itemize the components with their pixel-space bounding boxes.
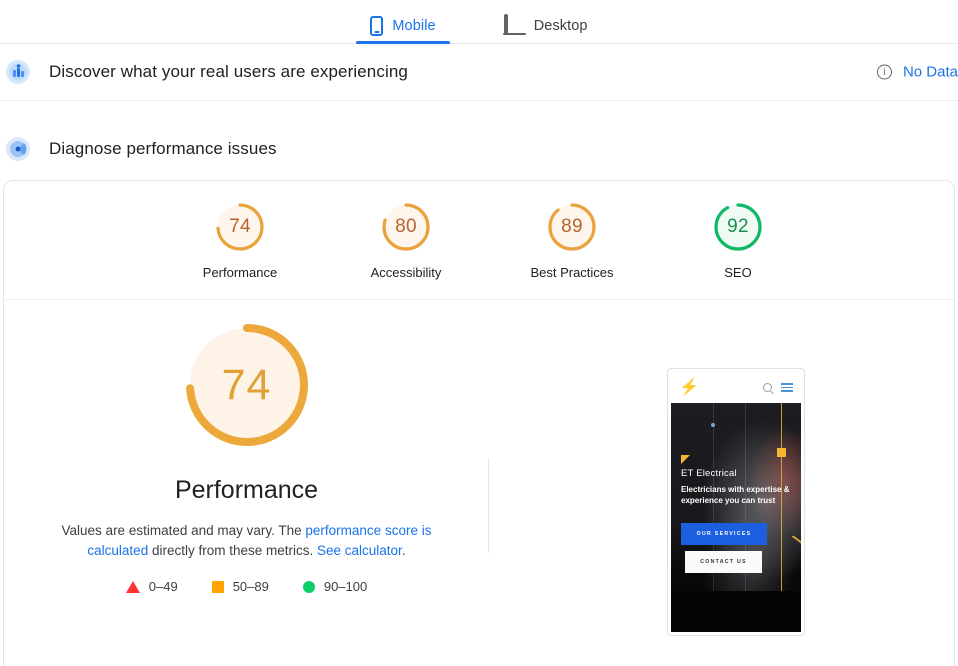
lighthouse-card: 74 Performance 80 Accessibility 89 Best … bbox=[3, 180, 955, 666]
tab-desktop[interactable]: Desktop bbox=[490, 0, 602, 44]
section-discover: Discover what your real users are experi… bbox=[0, 44, 958, 101]
section-discover-title: Discover what your real users are experi… bbox=[49, 62, 408, 81]
status-badge[interactable]: No Data bbox=[876, 63, 958, 81]
site-secondary-button: CONTACT US bbox=[685, 551, 762, 573]
score-gauge-accessibility[interactable]: 80 Accessibility bbox=[351, 200, 461, 280]
legend-item-poor: 0–49 bbox=[125, 579, 178, 594]
hero-dot-1 bbox=[711, 423, 715, 427]
section-diagnose-title: Diagnose performance issues bbox=[49, 138, 277, 158]
desc-text-1: Values are estimated and may vary. The bbox=[61, 523, 306, 538]
score-legend: 0–49 50–89 90–100 bbox=[125, 579, 368, 594]
circle-icon bbox=[302, 580, 315, 593]
brand-mark-icon bbox=[681, 455, 690, 464]
status-badge-label: No Data bbox=[902, 63, 958, 81]
gauge-label-seo: SEO bbox=[724, 265, 752, 280]
gauge-ring-performance: 74 bbox=[213, 200, 267, 254]
square-icon bbox=[211, 580, 224, 593]
info-icon bbox=[876, 64, 892, 80]
legend-item-average: 50–89 bbox=[211, 579, 269, 594]
desc-text-3: . bbox=[401, 543, 406, 558]
site-header: ⚡ bbox=[671, 372, 801, 403]
performance-gauge: 74 bbox=[177, 315, 317, 455]
phone-icon bbox=[370, 15, 384, 36]
lightning-bolt-icon: ⚡ bbox=[679, 378, 699, 396]
hamburger-menu-icon bbox=[781, 383, 793, 392]
gauge-label-accessibility: Accessibility bbox=[370, 265, 442, 280]
performance-description: Values are estimated and may vary. The p… bbox=[47, 521, 447, 561]
performance-summary: 74 Performance Values are estimated and … bbox=[4, 306, 489, 594]
legend-item-good: 90–100 bbox=[302, 579, 368, 594]
final-screenshot-thumbnail[interactable]: ⚡ ET Electrical Electricians with expert… bbox=[667, 368, 805, 636]
field-data-icon bbox=[5, 59, 31, 85]
legend-label-poor: 0–49 bbox=[148, 579, 178, 594]
site-brand-name: ET Electrical bbox=[681, 468, 737, 479]
device-tabs: Mobile Desktop bbox=[0, 0, 958, 44]
vertical-divider bbox=[488, 458, 489, 553]
site-primary-button: OUR SERVICES bbox=[681, 523, 767, 545]
tab-mobile[interactable]: Mobile bbox=[356, 0, 450, 44]
site-hero: ET Electrical Electricians with expertis… bbox=[671, 403, 801, 632]
gauge-value-performance: 74 bbox=[229, 216, 251, 237]
gauge-ring-accessibility: 80 bbox=[379, 200, 433, 254]
gauge-value-seo: 92 bbox=[727, 216, 749, 237]
score-gauge-best-practices[interactable]: 89 Best Practices bbox=[517, 200, 627, 280]
score-gauge-performance[interactable]: 74 Performance bbox=[185, 200, 295, 280]
hero-bottom-area bbox=[671, 591, 801, 632]
gauge-ring-best-practices: 89 bbox=[545, 200, 599, 254]
legend-label-average: 50–89 bbox=[232, 579, 269, 594]
monitor-icon bbox=[502, 14, 526, 35]
legend-label-good: 90–100 bbox=[323, 579, 368, 594]
gauge-label-performance: Performance bbox=[202, 265, 278, 280]
section-diagnose: Diagnose performance issues bbox=[0, 120, 958, 177]
gauge-label-best-practices: Best Practices bbox=[530, 265, 614, 280]
search-icon bbox=[763, 383, 772, 392]
tab-desktop-label: Desktop bbox=[533, 17, 588, 34]
score-gauge-seo[interactable]: 92 SEO bbox=[683, 200, 793, 280]
lab-data-icon bbox=[5, 136, 31, 162]
tab-mobile-label: Mobile bbox=[392, 17, 436, 34]
gauge-value-best-practices: 89 bbox=[561, 216, 583, 237]
performance-title: Performance bbox=[174, 476, 319, 504]
site-tagline: Electricians with expertise & experience… bbox=[681, 485, 790, 505]
gauge-value-accessibility: 80 bbox=[395, 216, 417, 237]
see-calculator-link[interactable]: See calculator bbox=[317, 543, 402, 558]
triangle-icon bbox=[125, 580, 140, 593]
hero-text-block: ET Electrical Electricians with expertis… bbox=[681, 455, 795, 506]
screenshot-viewport: ⚡ ET Electrical Electricians with expert… bbox=[671, 372, 801, 632]
desc-text-2: directly from these metrics. bbox=[148, 543, 317, 558]
performance-gauge-value: 74 bbox=[221, 360, 272, 409]
score-gauge-strip: 74 Performance 80 Accessibility 89 Best … bbox=[4, 181, 954, 300]
pagespeed-report: Mobile Desktop Discover what your real u… bbox=[0, 0, 958, 666]
gauge-ring-seo: 92 bbox=[711, 200, 765, 254]
